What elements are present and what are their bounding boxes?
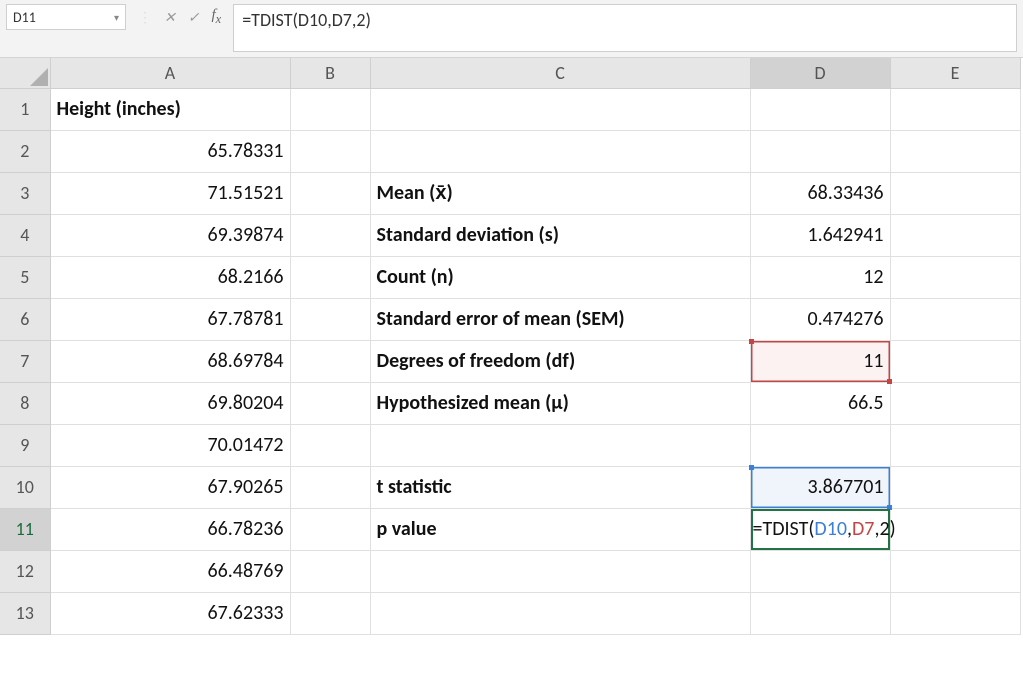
cell-B7[interactable]	[290, 340, 370, 382]
cell-D7[interactable]: 11	[750, 340, 890, 382]
name-box[interactable]: D11 ▾	[6, 4, 126, 30]
row-header-10[interactable]: 10	[0, 466, 50, 508]
cell-B12[interactable]	[290, 550, 370, 592]
cell-D11[interactable]: =TDIST(D10,D7,2)	[750, 508, 890, 550]
cell-A1[interactable]: Height (inches)	[50, 88, 290, 130]
select-all-corner[interactable]	[0, 58, 50, 88]
formula-bar: D11 ▾ ⋮ ✕ ✓ fx =TDIST(D10,D7,2)	[0, 0, 1023, 58]
cell-A2[interactable]: 65.78331	[50, 130, 290, 172]
enter-formula-icon[interactable]: ✓	[188, 9, 200, 26]
cell-B13[interactable]	[290, 592, 370, 634]
cell-D3[interactable]: 68.33436	[750, 172, 890, 214]
column-header-D[interactable]: D	[750, 58, 890, 88]
cell-E13[interactable]	[890, 592, 1020, 634]
separator-icon: ⋮	[138, 9, 152, 26]
column-header-A[interactable]: A	[50, 58, 290, 88]
formula-input[interactable]: =TDIST(D10,D7,2)	[233, 4, 1017, 52]
row-header-5[interactable]: 5	[0, 256, 50, 298]
cell-C8[interactable]: Hypothesized mean (μ)	[370, 382, 750, 424]
row-header-13[interactable]: 13	[0, 592, 50, 634]
name-box-value: D11	[13, 9, 36, 26]
cell-E1[interactable]	[890, 88, 1020, 130]
cell-D8[interactable]: 66.5	[750, 382, 890, 424]
cell-E12[interactable]	[890, 550, 1020, 592]
cell-E7[interactable]	[890, 340, 1020, 382]
cell-D10[interactable]: 3.867701	[750, 466, 890, 508]
cell-A4[interactable]: 69.39874	[50, 214, 290, 256]
column-header-C[interactable]: C	[370, 58, 750, 88]
row-header-6[interactable]: 6	[0, 298, 50, 340]
formula-input-text: =TDIST(D10,D7,2)	[242, 9, 371, 31]
row-header-2[interactable]: 2	[0, 130, 50, 172]
cell-D2[interactable]	[750, 130, 890, 172]
cell-B5[interactable]	[290, 256, 370, 298]
cell-E8[interactable]	[890, 382, 1020, 424]
row-header-12[interactable]: 12	[0, 550, 50, 592]
row-header-1[interactable]: 1	[0, 88, 50, 130]
spreadsheet-grid[interactable]: A B C D E 1Height (inches)265.78331371.5…	[0, 58, 1023, 635]
cell-E6[interactable]	[890, 298, 1020, 340]
row-header-11[interactable]: 11	[0, 508, 50, 550]
cancel-formula-icon[interactable]: ✕	[164, 9, 176, 26]
cell-D9[interactable]	[750, 424, 890, 466]
cell-D12[interactable]	[750, 550, 890, 592]
row-header-9[interactable]: 9	[0, 424, 50, 466]
cell-B3[interactable]	[290, 172, 370, 214]
cell-B10[interactable]	[290, 466, 370, 508]
cell-C7[interactable]: Degrees of freedom (df)	[370, 340, 750, 382]
cell-A10[interactable]: 67.90265	[50, 466, 290, 508]
cell-C5[interactable]: Count (n)	[370, 256, 750, 298]
cell-E11[interactable]	[890, 508, 1020, 550]
row-header-8[interactable]: 8	[0, 382, 50, 424]
cell-C11[interactable]: p value	[370, 508, 750, 550]
cell-B8[interactable]	[290, 382, 370, 424]
cell-E9[interactable]	[890, 424, 1020, 466]
cell-A13[interactable]: 67.62333	[50, 592, 290, 634]
cell-B11[interactable]	[290, 508, 370, 550]
cell-A3[interactable]: 71.51521	[50, 172, 290, 214]
cell-E2[interactable]	[890, 130, 1020, 172]
cell-A11[interactable]: 66.78236	[50, 508, 290, 550]
cell-C2[interactable]	[370, 130, 750, 172]
cell-A7[interactable]: 68.69784	[50, 340, 290, 382]
editing-formula-text: =TDIST(D10,D7,2)	[753, 517, 896, 541]
cell-A12[interactable]: 66.48769	[50, 550, 290, 592]
cell-E3[interactable]	[890, 172, 1020, 214]
cell-C4[interactable]: Standard deviation (s)	[370, 214, 750, 256]
row-header-3[interactable]: 3	[0, 172, 50, 214]
cell-B1[interactable]	[290, 88, 370, 130]
name-box-dropdown-icon[interactable]: ▾	[114, 11, 119, 24]
cell-E10[interactable]	[890, 466, 1020, 508]
formula-bar-controls: ⋮ ✕ ✓ fx	[132, 4, 227, 30]
row-header-7[interactable]: 7	[0, 340, 50, 382]
cell-B9[interactable]	[290, 424, 370, 466]
cell-C9[interactable]	[370, 424, 750, 466]
cell-A8[interactable]: 69.80204	[50, 382, 290, 424]
row-header-4[interactable]: 4	[0, 214, 50, 256]
cell-C13[interactable]	[370, 592, 750, 634]
cell-A5[interactable]: 68.2166	[50, 256, 290, 298]
cell-D1[interactable]	[750, 88, 890, 130]
cell-C10[interactable]: t statistic	[370, 466, 750, 508]
cell-C12[interactable]	[370, 550, 750, 592]
cell-C6[interactable]: Standard error of mean (SEM)	[370, 298, 750, 340]
cell-E4[interactable]	[890, 214, 1020, 256]
cell-D13[interactable]	[750, 592, 890, 634]
cell-D6[interactable]: 0.474276	[750, 298, 890, 340]
cell-B4[interactable]	[290, 214, 370, 256]
cell-C3[interactable]: Mean (x̄)	[370, 172, 750, 214]
column-header-B[interactable]: B	[290, 58, 370, 88]
cell-A6[interactable]: 67.78781	[50, 298, 290, 340]
cell-D4[interactable]: 1.642941	[750, 214, 890, 256]
cell-E5[interactable]	[890, 256, 1020, 298]
cell-C1[interactable]	[370, 88, 750, 130]
cell-A9[interactable]: 70.01472	[50, 424, 290, 466]
cell-D5[interactable]: 12	[750, 256, 890, 298]
column-header-E[interactable]: E	[890, 58, 1020, 88]
cell-B6[interactable]	[290, 298, 370, 340]
fx-icon[interactable]: fx	[211, 7, 221, 27]
cell-B2[interactable]	[290, 130, 370, 172]
